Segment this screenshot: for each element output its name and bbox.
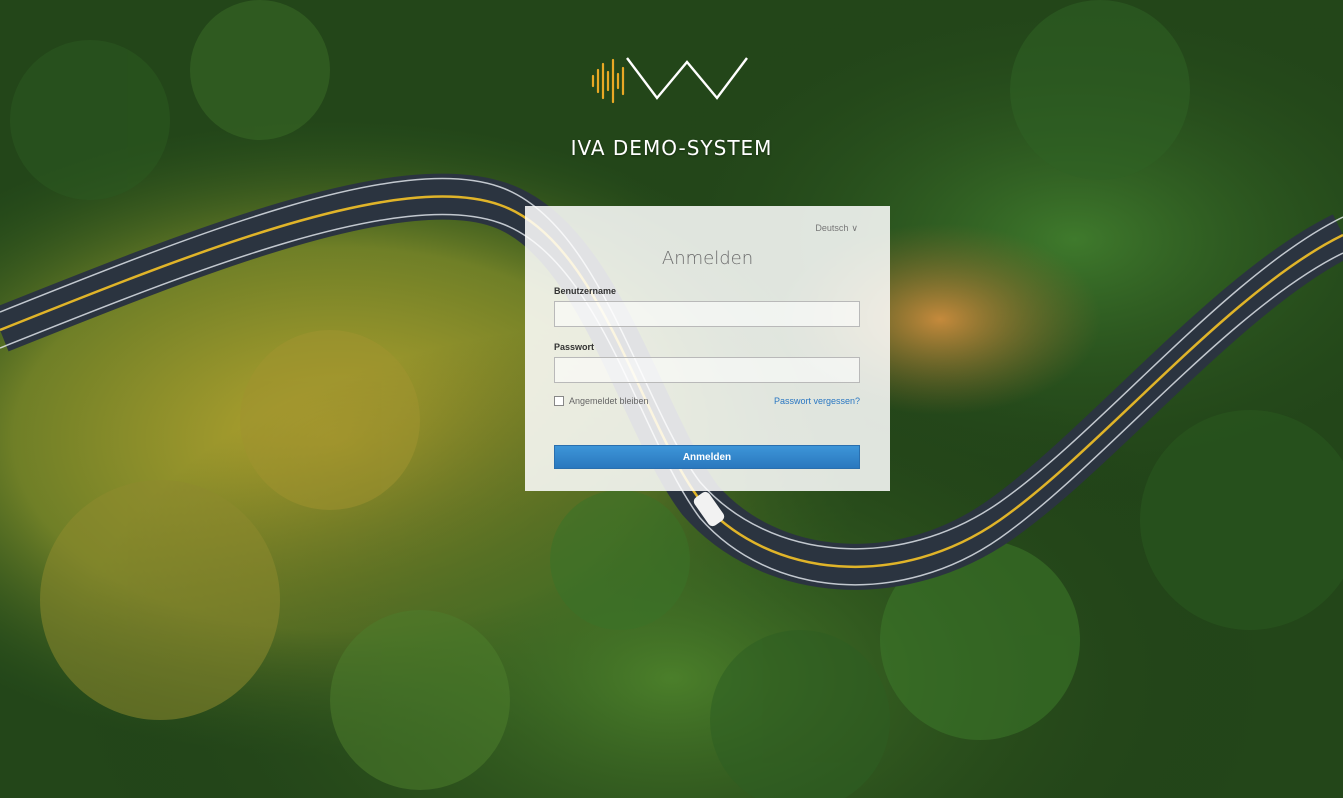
username-label: Benutzername (554, 286, 617, 296)
chevron-down-icon: ∨ (851, 223, 858, 233)
remember-me-checkbox[interactable] (554, 396, 564, 406)
language-selector[interactable]: Deutsch ∨ (815, 223, 858, 234)
login-button[interactable]: Anmelden (554, 445, 860, 469)
remember-me[interactable]: Angemeldet bleiben (554, 396, 649, 406)
login-page: IVA DEMO-SYSTEM Deutsch ∨ Anmelden Benutz… (0, 0, 1343, 798)
brand-title: IVA DEMO-SYSTEM (570, 136, 773, 160)
language-label: Deutsch (815, 223, 849, 233)
remember-me-label: Angemeldet bleiben (569, 396, 649, 406)
iva-soundwave-logo-icon (591, 57, 748, 104)
login-card: Deutsch ∨ Anmelden Benutzername Passwort … (525, 206, 890, 491)
password-label: Passwort (554, 342, 595, 352)
username-input[interactable] (554, 301, 860, 327)
login-title: Anmelden (661, 248, 754, 269)
forgot-password-link[interactable]: Passwort vergessen? (774, 396, 860, 406)
password-input[interactable] (554, 357, 860, 383)
brand-header: IVA DEMO-SYSTEM (0, 52, 1343, 160)
